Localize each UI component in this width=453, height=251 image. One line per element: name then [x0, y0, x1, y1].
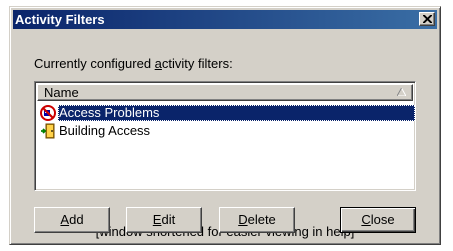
window-title: Activity Filters [15, 12, 105, 27]
close-accelerator: C [361, 212, 371, 227]
list-item[interactable]: Access Problems [39, 105, 415, 122]
close-button[interactable]: Close [340, 207, 416, 233]
column-header-name[interactable]: Name [37, 84, 413, 101]
add-accelerator: A [60, 212, 70, 227]
delete-button[interactable]: Delete [219, 207, 295, 233]
add-button[interactable]: Add [34, 207, 110, 233]
no-entry-icon [40, 105, 56, 121]
add-label: dd [69, 212, 84, 227]
close-label: lose [370, 212, 395, 227]
activity-filters-list[interactable]: Name Access Problems Building Access [wi… [34, 81, 416, 239]
sort-arrow-icon [397, 88, 406, 96]
delete-accelerator: D [238, 212, 248, 227]
door-icon [41, 123, 55, 139]
edit-button[interactable]: Edit [126, 207, 202, 233]
activity-filters-dialog: Activity Filters Currently configured ac… [9, 6, 441, 245]
list-item-label: Access Problems [58, 105, 415, 121]
filters-list-label: Currently configured activity filters: [34, 56, 233, 71]
column-header-label: Name [44, 85, 79, 100]
label-prefix: Currently configured [34, 56, 155, 71]
edit-label: dit [161, 212, 176, 227]
label-accelerator: a [154, 56, 162, 71]
delete-label: elete [247, 212, 276, 227]
title-bar[interactable]: Activity Filters [13, 10, 437, 29]
list-item-label: Building Access [59, 123, 151, 138]
close-icon [423, 15, 432, 23]
list-item[interactable]: Building Access [39, 123, 413, 140]
label-suffix: ctivity filters: [161, 56, 233, 71]
close-window-button[interactable] [419, 12, 435, 26]
